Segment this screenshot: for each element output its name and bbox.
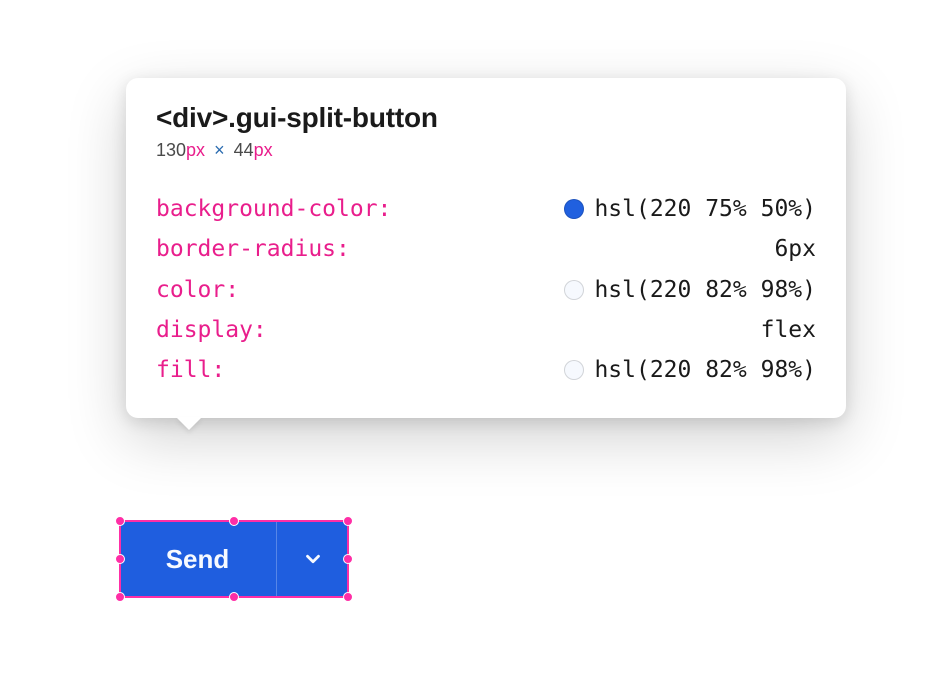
dim-width: 130 <box>156 140 186 160</box>
dim-height: 44 <box>234 140 254 160</box>
property-value: hsl(220 75% 50%) <box>594 189 816 229</box>
element-selector: <div>.gui-split-button <box>156 102 816 134</box>
property-name: fill: <box>156 350 225 390</box>
split-dropdown-button[interactable] <box>277 520 349 598</box>
property-value: flex <box>761 310 816 350</box>
color-swatch <box>564 199 584 219</box>
color-swatch <box>564 280 584 300</box>
property-row: border-radius: 6px <box>156 229 816 269</box>
property-row: fill: hsl(220 82% 98%) <box>156 350 816 390</box>
inspector-tooltip: <div>.gui-split-button 130px × 44px back… <box>126 78 846 418</box>
property-name: background-color: <box>156 189 391 229</box>
dim-width-unit: px <box>186 140 205 160</box>
selected-element-wrapper: Send <box>119 520 349 598</box>
send-button-label: Send <box>166 544 230 575</box>
property-row: display: flex <box>156 310 816 350</box>
property-value: hsl(220 82% 98%) <box>594 270 816 310</box>
color-swatch <box>564 360 584 380</box>
property-name: border-radius: <box>156 229 350 269</box>
property-value: hsl(220 82% 98%) <box>594 350 816 390</box>
dim-height-unit: px <box>254 140 273 160</box>
element-dimensions: 130px × 44px <box>156 140 816 161</box>
split-button[interactable]: Send <box>119 520 349 598</box>
property-name: display: <box>156 310 267 350</box>
property-name: color: <box>156 270 239 310</box>
tooltip-arrow <box>176 417 202 430</box>
property-row: color: hsl(220 82% 98%) <box>156 270 816 310</box>
dim-times: × <box>214 140 225 160</box>
chevron-down-icon <box>302 548 324 570</box>
property-row: background-color: hsl(220 75% 50%) <box>156 189 816 229</box>
properties-list: background-color:hsl(220 75% 50%)border-… <box>156 189 816 390</box>
property-value: 6px <box>774 229 816 269</box>
send-button[interactable]: Send <box>119 520 277 598</box>
